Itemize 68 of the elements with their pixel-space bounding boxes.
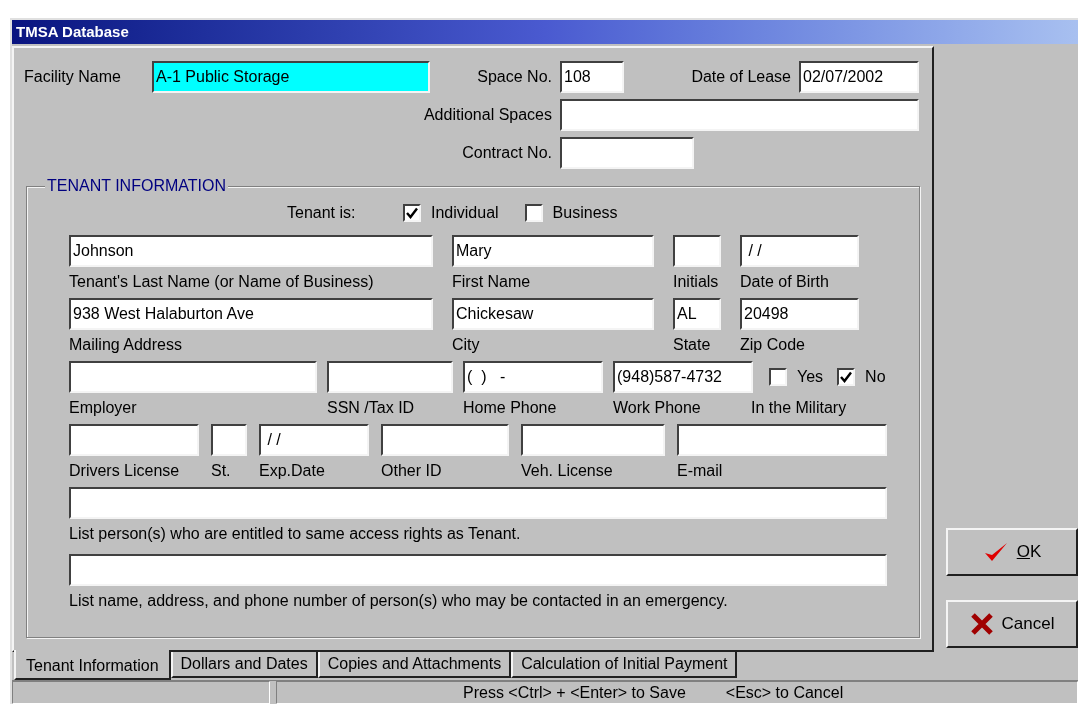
status-text: Press <Ctrl> + <Enter> to Save — [463, 682, 686, 703]
ok-button[interactable]: OK — [946, 528, 1078, 576]
checkmark-icon — [406, 207, 418, 219]
checkmark-icon — [840, 371, 853, 383]
text-field[interactable] — [69, 554, 887, 586]
field-label: Mailing Address — [69, 335, 183, 355]
window-title: TMSA Database — [16, 21, 129, 42]
checkbox[interactable]: No — [837, 365, 886, 389]
checkbox[interactable]: Business — [524, 201, 618, 225]
text-field[interactable] — [677, 424, 887, 456]
text-field[interactable] — [673, 235, 721, 267]
text-field[interactable]: 938 West Halaburton Ave — [69, 298, 433, 330]
text-field[interactable]: AL — [673, 298, 721, 330]
text-field[interactable] — [69, 487, 887, 519]
text-field[interactable] — [560, 137, 694, 169]
text-field[interactable] — [69, 361, 317, 393]
text-field[interactable]: Chickesaw — [452, 298, 654, 330]
field-label: Tenant is: — [287, 203, 357, 223]
text-field[interactable]: / / — [259, 424, 369, 456]
text-field[interactable] — [521, 424, 665, 456]
text-field[interactable]: / / — [740, 235, 859, 267]
field-label: Drivers License — [69, 461, 181, 481]
x-icon — [969, 612, 994, 636]
tab[interactable]: Tenant Information — [14, 650, 171, 680]
tab[interactable]: Dollars and Dates — [170, 652, 318, 678]
field-label: Initials — [673, 272, 720, 292]
field-label: List name, address, and phone number of person(s) who may be contacted in an emergency. — [69, 591, 729, 611]
field-label: List person(s) who are entitled to same access rights as Tenant. — [69, 524, 522, 544]
checkbox[interactable]: Individual — [403, 201, 499, 225]
text-field[interactable]: Mary — [452, 235, 654, 267]
text-field[interactable] — [560, 99, 919, 131]
text-field[interactable]: Johnson — [69, 235, 433, 267]
field-label: Additional Spaces — [422, 105, 553, 125]
text-field[interactable]: 108 — [560, 61, 624, 93]
text-field[interactable]: (948)587-4732 — [613, 361, 753, 393]
field-label: Other ID — [381, 461, 443, 481]
field-label: Home Phone — [463, 398, 558, 418]
field-label: Employer — [69, 398, 138, 418]
status-text: <Esc> to Cancel — [725, 682, 844, 703]
field-label: Veh. License — [521, 461, 614, 481]
field-label: St. — [211, 461, 232, 481]
field-label: E-mail — [677, 461, 724, 481]
field-label: Contract No. — [461, 143, 553, 163]
checkbox[interactable]: Yes — [769, 365, 824, 389]
text-field[interactable]: 02/07/2002 — [799, 61, 919, 93]
field-label: Date of Lease — [690, 67, 792, 87]
cancel-button[interactable]: Cancel — [946, 600, 1078, 648]
tab[interactable]: Calculation of Initial Payment — [511, 652, 738, 678]
field-label: Date of Birth — [740, 272, 830, 292]
tab[interactable]: Copies and Attachments — [317, 652, 512, 678]
field-label: Facility Name — [24, 67, 122, 87]
field-label: Exp.Date — [259, 461, 326, 481]
field-label: Zip Code — [740, 335, 806, 355]
field-label: Space No. — [476, 67, 553, 87]
text-field[interactable] — [69, 424, 199, 456]
text-field[interactable] — [327, 361, 453, 393]
field-label: In the Military — [751, 398, 848, 418]
text-field[interactable]: ( ) - — [463, 361, 603, 393]
field-label: State — [673, 335, 712, 355]
field-label: First Name — [452, 272, 532, 292]
text-field[interactable]: A-1 Public Storage — [152, 61, 430, 93]
field-label: Work Phone — [613, 398, 702, 418]
text-field[interactable]: 20498 — [740, 298, 859, 330]
field-label: City — [452, 335, 481, 355]
field-label: Tenant's Last Name (or Name of Business) — [69, 272, 375, 292]
text-field[interactable] — [211, 424, 247, 456]
field-label: SSN /Tax ID — [327, 398, 416, 418]
text-field[interactable] — [381, 424, 509, 456]
